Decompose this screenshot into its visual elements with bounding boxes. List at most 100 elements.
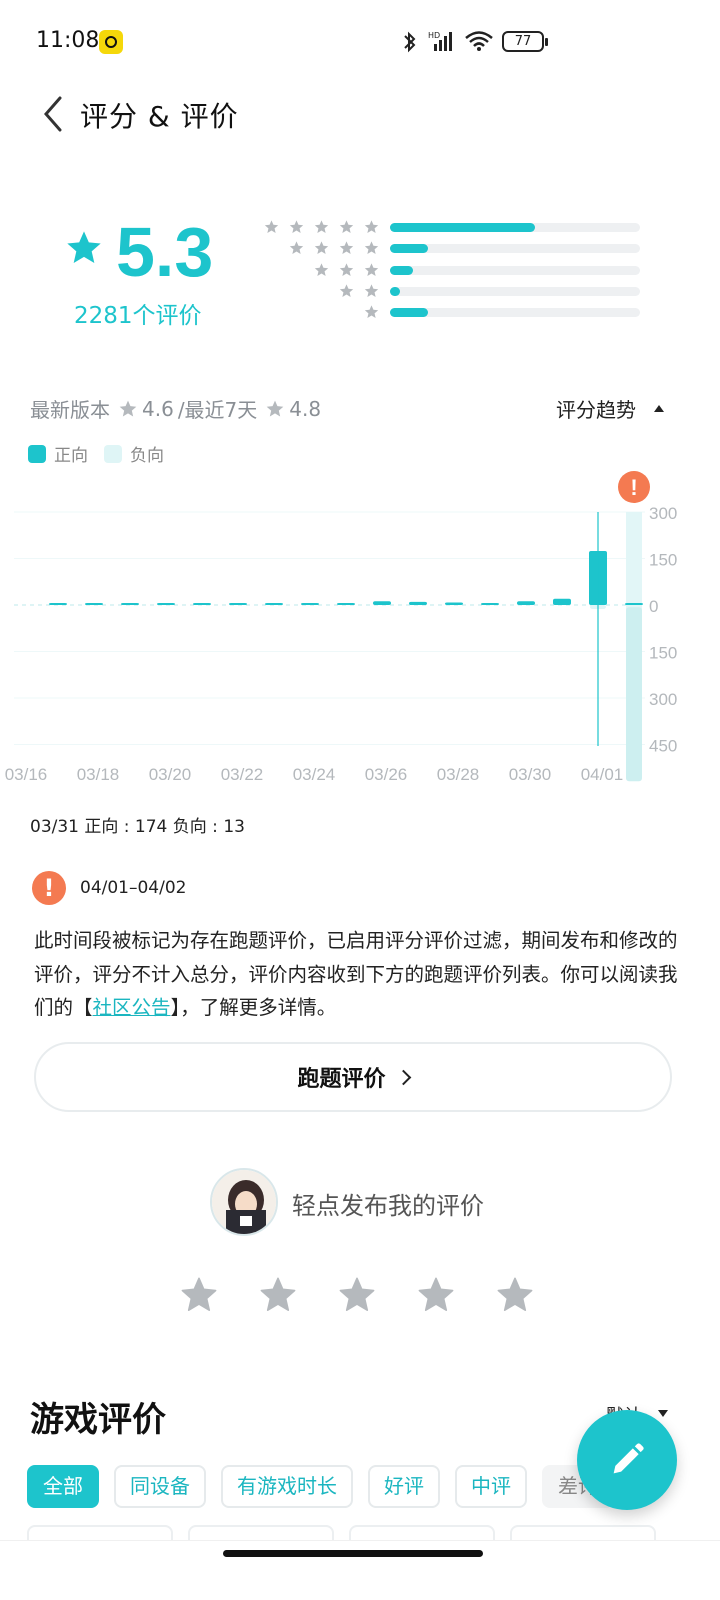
svg-text:HD: HD (428, 31, 440, 40)
review-count: 2281个评价 (74, 303, 202, 329)
distribution-bar (390, 265, 413, 275)
bottom-safe-area (0, 1540, 720, 1600)
filter-chip-all[interactable]: 全部 (27, 1465, 99, 1508)
distribution-bar (390, 308, 428, 318)
distribution-bar (390, 223, 535, 232)
rate-star-1-icon[interactable] (180, 1276, 218, 1314)
distribution-row-1 (262, 304, 640, 320)
star-icon (364, 241, 379, 255)
distribution-row-5 (262, 219, 640, 235)
positive-bar (445, 602, 463, 605)
y-tick-label: 150 (649, 644, 677, 663)
positive-bar (265, 603, 283, 605)
x-tick-label: 03/20 (149, 765, 192, 784)
positive-bar (157, 603, 175, 605)
distribution-row-3 (262, 262, 640, 278)
star-icon (289, 220, 304, 233)
star-icon (364, 220, 379, 233)
chevron-down-icon (658, 1410, 668, 1417)
x-tick-label: 03/24 (293, 765, 336, 784)
positive-bar (409, 601, 427, 605)
game-reviews-title: 游戏评价 (30, 1400, 166, 1440)
page-title: 评分 & 评价 (80, 100, 239, 133)
star-icon (289, 241, 304, 255)
positive-bar (193, 603, 211, 605)
y-tick-label: 0 (649, 597, 658, 616)
rate-star-2-icon[interactable] (259, 1276, 297, 1314)
star-icon (339, 241, 354, 255)
edit-icon (613, 1443, 644, 1474)
y-tick-label: 300 (649, 690, 677, 709)
distribution-track (390, 265, 640, 275)
x-tick-label: 03/22 (221, 765, 264, 784)
chart-selected-info: 03/31 正向 : 174 负向 : 13 (30, 817, 245, 837)
filter-chip-same-device[interactable]: 同设备 (114, 1465, 206, 1508)
x-tick-label: 03/30 (509, 765, 552, 784)
rating-star-icon (67, 231, 101, 263)
rating-trend-chart[interactable]: 300 150 0 150 300 450! 03/16 03/18 03/20 03/22 03/… (0, 470, 720, 790)
status-time: 11:08 (36, 28, 100, 53)
latest-version-score: 4.6 (142, 396, 174, 421)
rate-star-4-icon[interactable] (417, 1276, 455, 1314)
filter-chip-neutral[interactable]: 中评 (455, 1465, 527, 1508)
community-announcement-link[interactable]: 社区公告 (93, 996, 171, 1019)
y-tick-label: 150 (649, 551, 677, 570)
write-review-button[interactable] (577, 1410, 677, 1510)
filter-chip-positive[interactable]: 好评 (368, 1465, 440, 1508)
warning-mark: ! (630, 475, 637, 500)
avatar (210, 1168, 278, 1236)
distribution-track (390, 244, 640, 254)
y-tick-label: 300 (649, 504, 677, 523)
star-icon (119, 400, 137, 416)
star-icon (314, 220, 329, 233)
latest-version-label: 最新版本 (30, 398, 110, 422)
average-score: 5.3 (116, 213, 214, 291)
back-arrow-icon[interactable] (38, 94, 72, 134)
star-icon (314, 262, 329, 276)
review-filter-chips: 全部 同设备 有游戏时长 好评 中评 差评 (27, 1465, 614, 1508)
distribution-track (390, 223, 640, 232)
distribution-row-2 (262, 283, 640, 299)
filter-chip-playtime[interactable]: 有游戏时长 (221, 1465, 353, 1508)
bluetooth-icon (404, 31, 416, 53)
rating-trend-toggle[interactable]: 评分趋势 (556, 394, 664, 423)
recent-score: 4.8 (289, 396, 322, 421)
post-review-prompt[interactable]: 轻点发布我的评价 (292, 1186, 484, 1221)
star-icon (339, 262, 354, 276)
legend-negative: 负向 (104, 441, 164, 466)
rate-star-5-icon[interactable] (496, 1276, 534, 1314)
positive-bar (121, 603, 139, 605)
x-tick-label: 03/16 (5, 765, 48, 784)
positive-bar (301, 603, 319, 605)
warning-icon: ! (32, 871, 66, 905)
rate-stars[interactable] (180, 1276, 534, 1314)
positive-bar (625, 603, 643, 605)
signal-icon: HD (428, 31, 452, 51)
negative-bar (626, 607, 642, 782)
collapse-arrow-icon (654, 405, 664, 412)
notification-icon (99, 30, 123, 54)
star-icon (364, 284, 379, 297)
recent-label: /最近7天 (177, 398, 258, 422)
chevron-right-icon (395, 1069, 411, 1085)
version-score-line: 最新版本 4.6 /最近7天 4.8 (30, 394, 321, 423)
battery-icon: 77 (502, 31, 548, 52)
star-icon (314, 241, 329, 255)
positive-bar (481, 603, 499, 605)
home-indicator[interactable] (223, 1550, 483, 1557)
positive-bar (517, 601, 535, 605)
star-icon (266, 400, 284, 416)
distribution-bar (390, 286, 400, 296)
notice-text: 此时间段被标记为存在跑题评价，已启用评分评价过滤，期间发布和修改的评价，评分不计… (34, 929, 678, 1019)
positive-bar (337, 603, 355, 605)
offtopic-reviews-button[interactable]: 跑题评价 (34, 1042, 672, 1112)
rate-star-3-icon[interactable] (338, 1276, 376, 1314)
star-icon (364, 305, 379, 319)
y-tick-label: 450 (649, 737, 677, 756)
distribution-track (390, 308, 640, 318)
legend-positive: 正向 (28, 441, 88, 466)
notice-date-range: 04/01–04/02 (80, 878, 187, 898)
positive-bar (553, 598, 571, 605)
x-tick-label: 03/26 (365, 765, 408, 784)
chart-legend: 正向 负向 (28, 441, 180, 466)
